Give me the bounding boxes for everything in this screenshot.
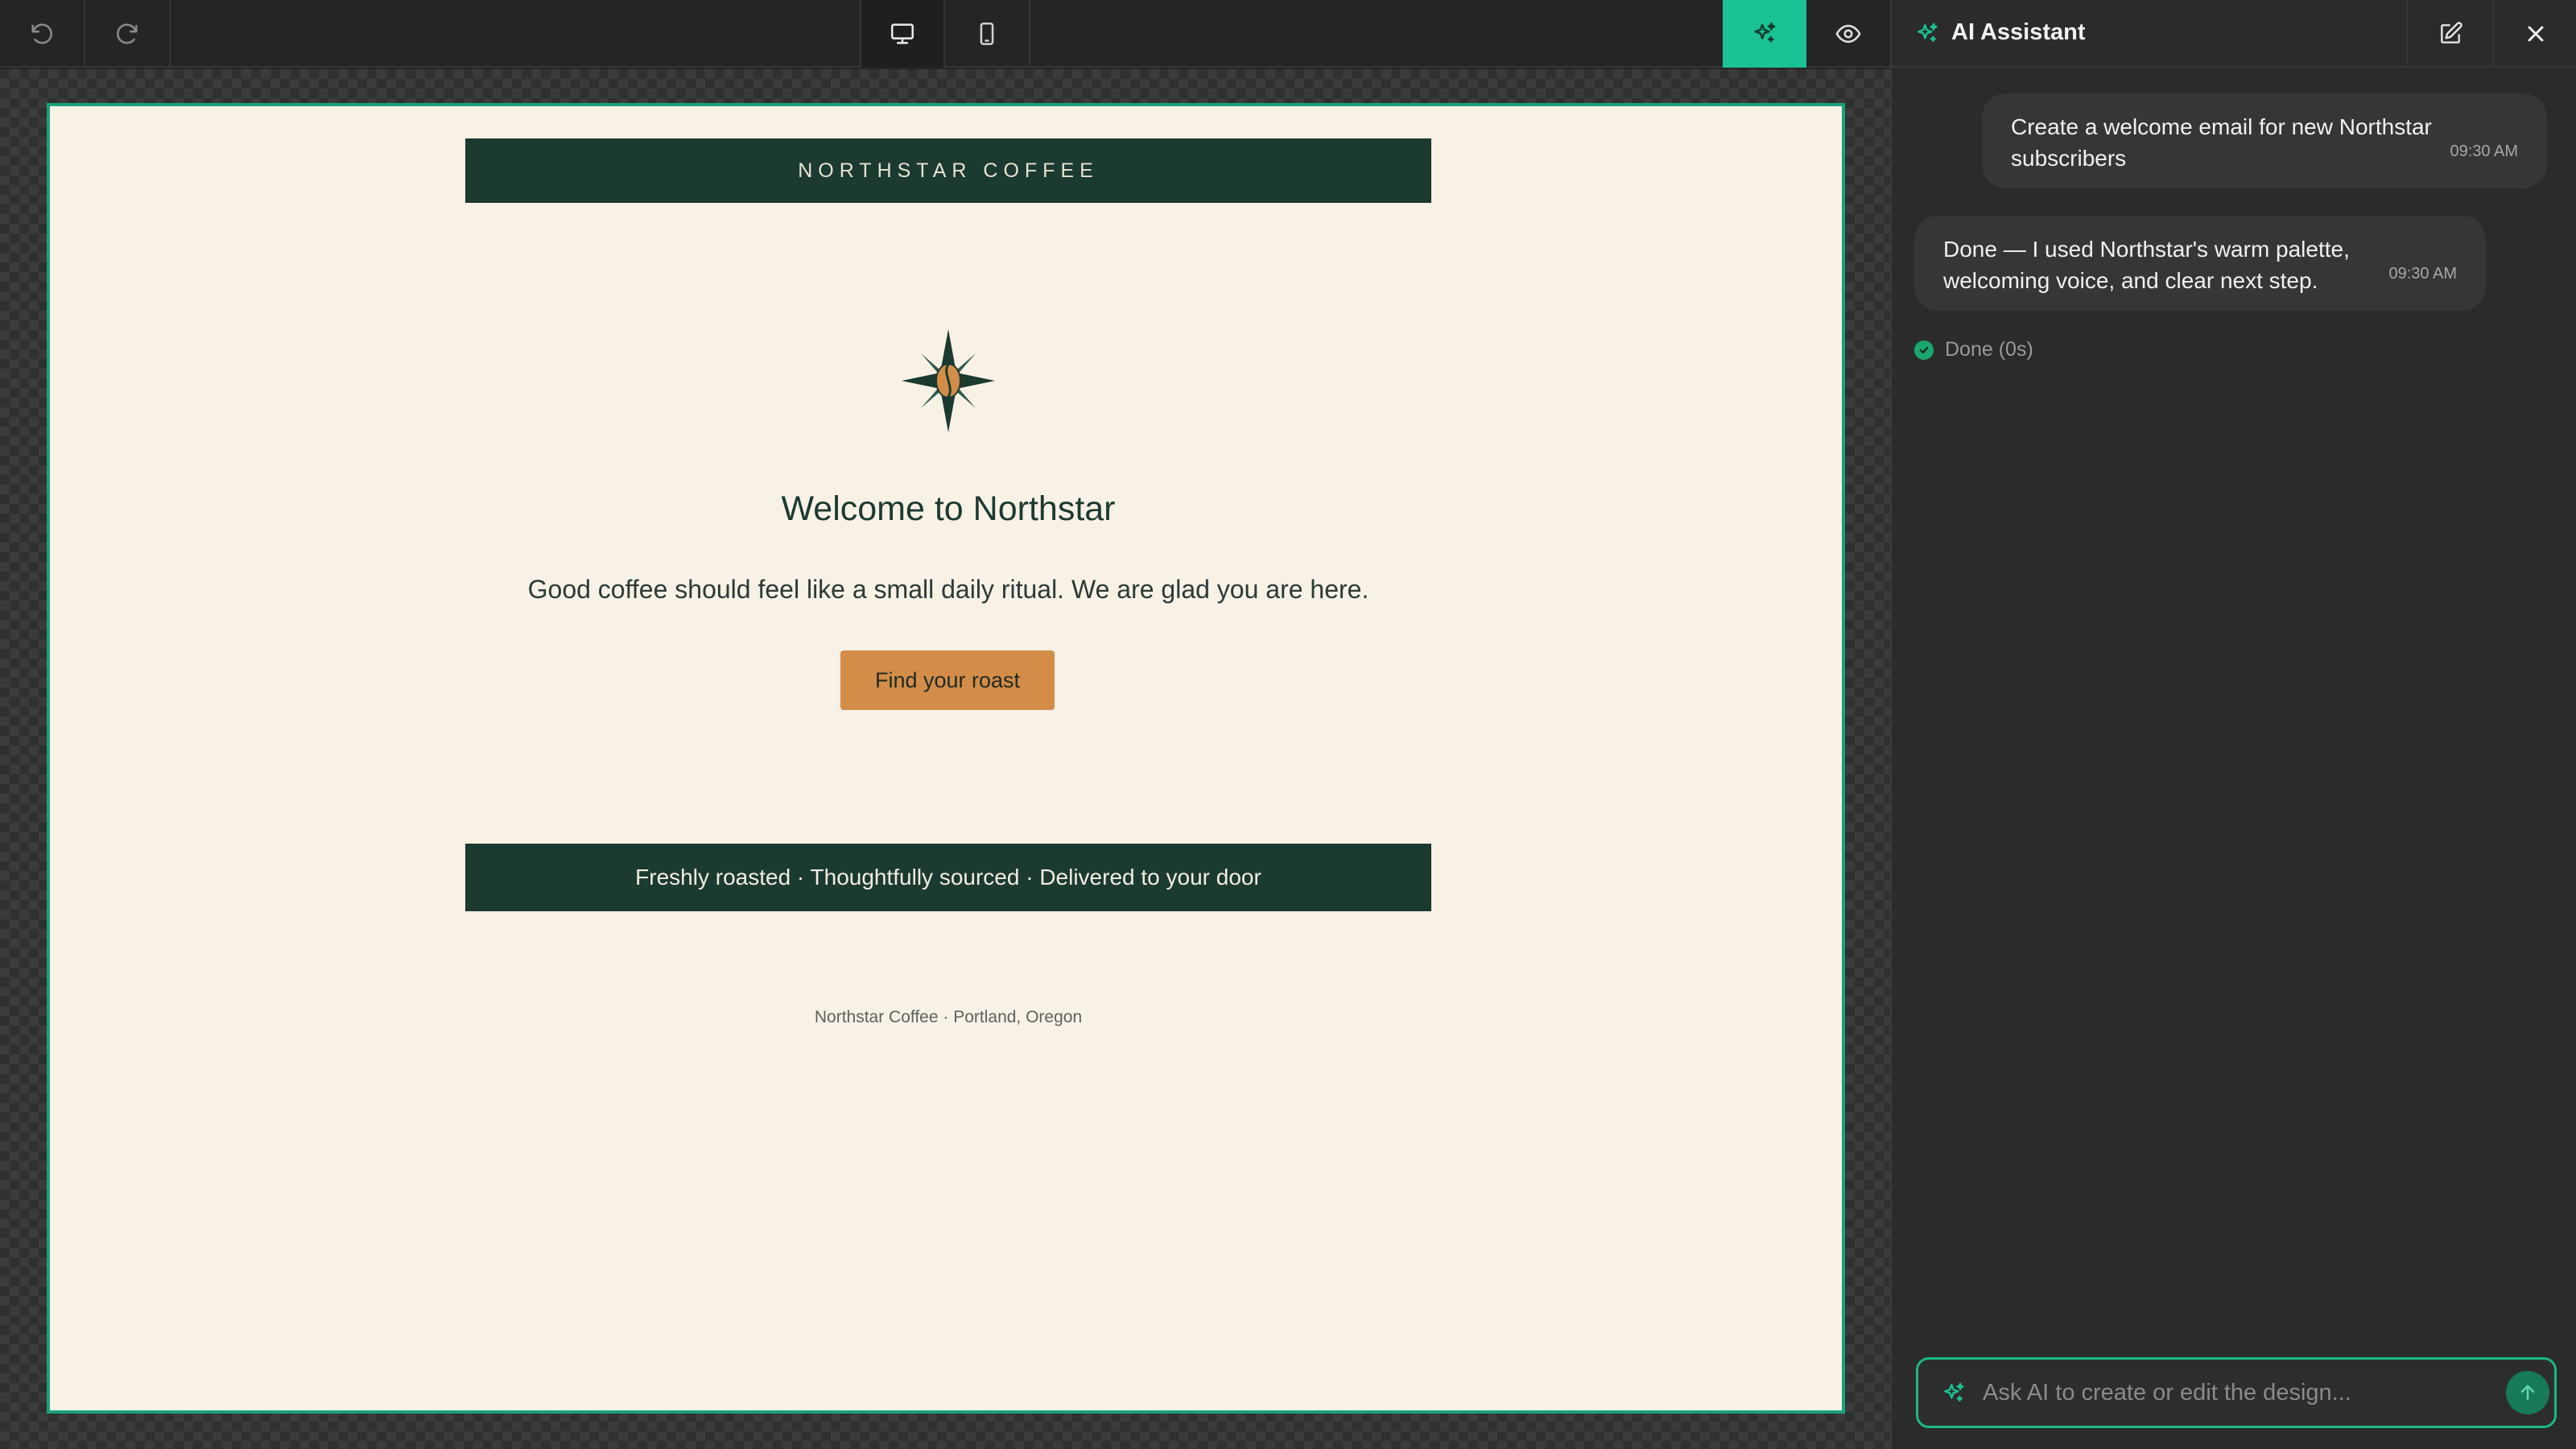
panel-title: AI Assistant bbox=[1951, 19, 2086, 45]
new-chat-button[interactable] bbox=[2407, 0, 2492, 68]
email-body-text[interactable]: Good coffee should feel like a small dai… bbox=[465, 575, 1431, 605]
message-text: Create a welcome email for new Northstar… bbox=[2011, 114, 2432, 171]
redo-button[interactable] bbox=[85, 0, 171, 68]
assistant-message-bubble: Done — I used Northstar's warm palette, … bbox=[1914, 216, 2486, 311]
undo-icon bbox=[31, 23, 52, 44]
panel-header: AI Assistant bbox=[1892, 0, 2576, 68]
undo-button[interactable] bbox=[0, 0, 85, 68]
message-text: Done — I used Northstar's warm palette, … bbox=[1943, 237, 2350, 293]
sparkle-icon bbox=[1944, 1382, 1964, 1402]
mobile-view-button[interactable] bbox=[945, 0, 1030, 68]
desktop-view-button[interactable] bbox=[860, 0, 945, 68]
top-toolbar bbox=[0, 0, 1890, 68]
prompt-box bbox=[1916, 1357, 2557, 1428]
message-timestamp: 09:30 AM bbox=[2388, 265, 2457, 283]
close-icon bbox=[2528, 26, 2544, 42]
eye-icon bbox=[1835, 24, 1861, 43]
sparkle-icon bbox=[1754, 22, 1776, 43]
user-message-bubble: Create a welcome email for new Northstar… bbox=[1982, 93, 2547, 188]
email-heading[interactable]: Welcome to Northstar bbox=[465, 489, 1431, 529]
status-text: Done (0s) bbox=[1945, 338, 2033, 361]
mobile-icon bbox=[980, 22, 994, 46]
arrow-up-icon bbox=[2520, 1385, 2535, 1401]
email-preview-frame[interactable]: NORTHSTAR COFFEE Welcome to Northstar Go… bbox=[47, 103, 1845, 1414]
email-logo[interactable] bbox=[868, 320, 1029, 441]
email-footer[interactable]: Northstar Coffee · Portland, Oregon bbox=[465, 1008, 1431, 1027]
send-button[interactable] bbox=[2506, 1371, 2549, 1414]
task-status: Done (0s) bbox=[1914, 338, 2033, 361]
sparkle-icon bbox=[1918, 23, 1938, 42]
strip-text: Freshly roasted · Thoughtfully sourced ·… bbox=[635, 865, 1261, 890]
edit-icon bbox=[2441, 22, 2462, 43]
email-brand-name: NORTHSTAR COFFEE bbox=[798, 159, 1099, 182]
ai-prompt-input[interactable] bbox=[1981, 1360, 2480, 1426]
email-header-bar[interactable]: NORTHSTAR COFFEE bbox=[465, 138, 1431, 203]
close-panel-button[interactable] bbox=[2492, 0, 2576, 68]
ai-assistant-panel: AI Assistant Create a welcome email for … bbox=[1890, 0, 2576, 1449]
find-your-roast-button[interactable]: Find your roast bbox=[840, 650, 1055, 710]
design-canvas[interactable]: NORTHSTAR COFFEE Welcome to Northstar Go… bbox=[0, 69, 1890, 1449]
preview-button[interactable] bbox=[1806, 0, 1890, 68]
message-timestamp: 09:30 AM bbox=[2450, 142, 2518, 160]
cta-label: Find your roast bbox=[874, 667, 1021, 692]
email-content: NORTHSTAR COFFEE Welcome to Northstar Go… bbox=[465, 106, 1431, 1410]
check-circle-icon bbox=[1914, 340, 1934, 360]
ai-assistant-toggle-button[interactable] bbox=[1723, 0, 1806, 68]
compass-coffee-bean-icon bbox=[902, 329, 995, 432]
desktop-icon bbox=[890, 23, 914, 44]
email-feature-strip[interactable]: Freshly roasted · Thoughtfully sourced ·… bbox=[465, 844, 1431, 911]
redo-icon bbox=[117, 23, 138, 44]
